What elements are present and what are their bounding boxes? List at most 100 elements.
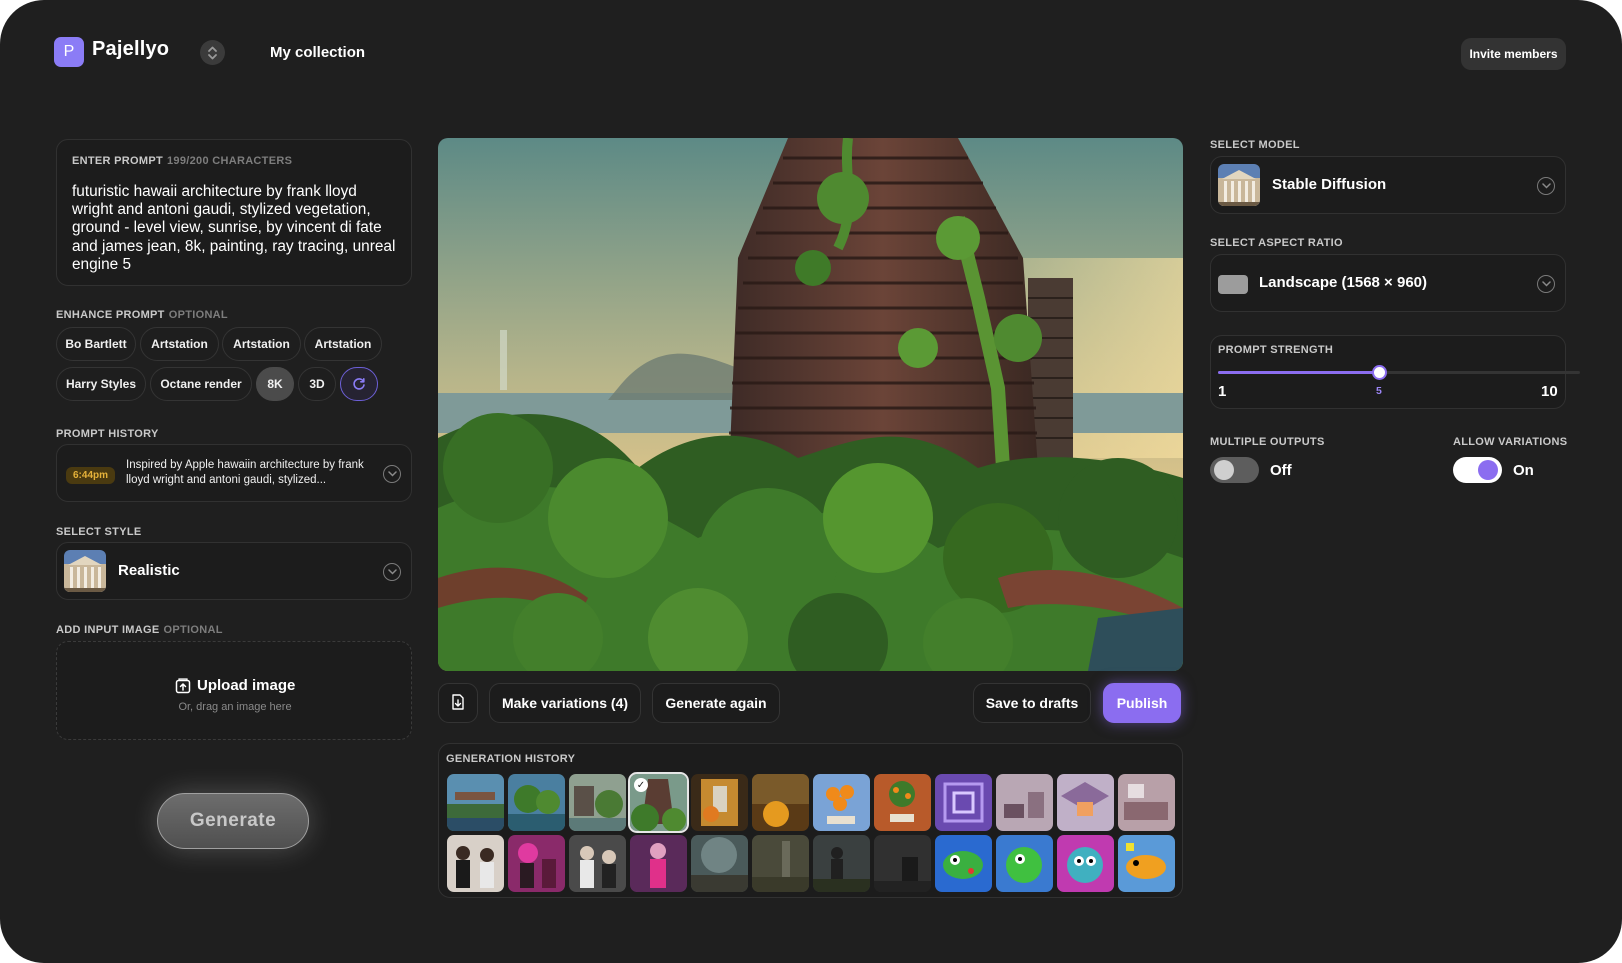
slider-handle[interactable] <box>1372 365 1387 380</box>
generate-again-button[interactable]: Generate again <box>652 683 780 723</box>
history-time-badge: 6:44pm <box>66 467 116 484</box>
model-value: Stable Diffusion <box>1272 176 1387 193</box>
prompt-label: Enter prompt 199/200 characters <box>72 155 292 167</box>
my-collection-link[interactable]: My collection <box>270 44 365 61</box>
allow-variations-state: On <box>1513 462 1534 479</box>
history-thumbnail[interactable] <box>874 835 931 892</box>
input-image-label: Add input image optional <box>56 624 223 636</box>
style-thumbnail <box>64 550 106 592</box>
history-thumbnail[interactable] <box>569 774 626 831</box>
enhance-chip[interactable]: Artstation <box>222 327 301 361</box>
input-image-optional: optional <box>163 624 223 636</box>
enhance-chip[interactable]: Artstation <box>140 327 219 361</box>
multiple-outputs-state: Off <box>1270 462 1292 479</box>
generate-button[interactable]: Generate <box>157 793 309 849</box>
history-thumbnail[interactable] <box>691 774 748 831</box>
workspace-switcher-icon[interactable] <box>200 40 225 65</box>
enhance-chip[interactable]: Octane render <box>150 367 252 401</box>
enhance-chip[interactable]: 3D <box>298 367 336 401</box>
file-download-icon <box>452 693 464 710</box>
history-thumbnail[interactable] <box>447 774 504 831</box>
prompt-history-dropdown[interactable]: 6:44pm Inspired by Apple hawaiin archite… <box>56 444 412 502</box>
refresh-icon <box>353 378 365 390</box>
upload-label: Upload image <box>197 677 296 694</box>
aspect-ratio-value: Landscape (1568 × 960) <box>1259 274 1428 291</box>
enhance-prompt-label: Enhance prompt optional <box>56 309 228 321</box>
slider-value: 5 <box>1376 385 1382 397</box>
generation-history-label: Generation history <box>446 753 576 765</box>
refresh-suggestions-button[interactable] <box>340 367 378 401</box>
prompt-label-text: Enter prompt <box>72 155 163 167</box>
history-thumbnail[interactable] <box>1118 774 1175 831</box>
enhance-chip[interactable]: Artstation <box>304 327 382 361</box>
enhance-chip[interactable]: Harry Styles <box>56 367 146 401</box>
multiple-outputs-toggle[interactable] <box>1210 457 1259 483</box>
prompt-card[interactable]: Enter prompt 199/200 characters futuristi… <box>56 139 412 286</box>
enhance-chip[interactable]: Bo Bartlett <box>56 327 136 361</box>
publish-button[interactable]: Publish <box>1103 683 1181 723</box>
history-thumbnail[interactable] <box>813 774 870 831</box>
history-thumbnail[interactable] <box>874 774 931 831</box>
upload-dropzone[interactable]: Upload image Or, drag an image here <box>56 641 412 740</box>
select-style-label: Select style <box>56 526 142 538</box>
history-thumbnail[interactable] <box>1118 835 1175 892</box>
chevron-down-icon[interactable] <box>383 465 401 483</box>
history-thumbnail-selected[interactable]: ✓ <box>628 772 689 833</box>
selected-check-icon: ✓ <box>634 778 648 792</box>
aspect-ratio-select[interactable]: Landscape (1568 × 960) <box>1210 254 1566 312</box>
history-thumbnail[interactable] <box>813 835 870 892</box>
history-thumbnail[interactable] <box>630 835 687 892</box>
history-prompt-text: Inspired by Apple hawaiin architecture b… <box>126 459 364 486</box>
prompt-history-label: Prompt history <box>56 428 159 440</box>
enhance-optional: optional <box>168 309 228 321</box>
style-select[interactable]: Realistic <box>56 542 412 600</box>
history-thumbnail[interactable] <box>996 774 1053 831</box>
input-image-label-text: Add input image <box>56 624 160 636</box>
history-thumbnail[interactable] <box>1057 774 1114 831</box>
invite-members-button[interactable]: Invite members <box>1461 38 1566 70</box>
app-logo[interactable]: P <box>54 37 84 67</box>
logo-letter: P <box>63 43 75 60</box>
multiple-outputs-label: Multiple outputs <box>1210 436 1325 448</box>
upload-hint: Or, drag an image here <box>178 701 292 713</box>
select-aspect-ratio-label: Select aspect ratio <box>1210 237 1343 249</box>
toggle-knob <box>1478 460 1498 480</box>
generation-history-panel: Generation history ✓ <box>438 743 1183 898</box>
chevron-down-icon[interactable] <box>383 563 401 581</box>
history-thumbnail[interactable] <box>935 835 992 892</box>
prompt-textarea[interactable]: futuristic hawaii architecture by frank … <box>72 183 402 274</box>
generated-image <box>438 138 1183 671</box>
toggle-knob <box>1214 460 1234 480</box>
chevron-down-icon[interactable] <box>1537 177 1555 195</box>
allow-variations-toggle[interactable] <box>1453 457 1502 483</box>
history-thumbnail[interactable] <box>691 835 748 892</box>
chevron-down-icon[interactable] <box>1537 275 1555 293</box>
export-button[interactable] <box>438 683 478 723</box>
prompt-strength-card: Prompt strength 1 5 10 <box>1210 335 1580 409</box>
history-thumbnail[interactable] <box>1057 835 1114 892</box>
history-thumbnail[interactable] <box>508 774 565 831</box>
save-to-drafts-button[interactable]: Save to drafts <box>973 683 1091 723</box>
model-select[interactable]: Stable Diffusion <box>1210 156 1566 214</box>
make-variations-button[interactable]: Make variations (4) <box>489 683 641 723</box>
select-model-label: Select model <box>1210 139 1300 151</box>
workspace-name[interactable]: Pajellyo <box>92 38 169 61</box>
history-thumbnail[interactable] <box>508 835 565 892</box>
upload-image-button[interactable]: Upload image <box>175 677 295 694</box>
prompt-strength-slider[interactable] <box>1218 365 1580 380</box>
enhance-chip-active[interactable]: 8K <box>256 367 294 401</box>
style-value: Realistic <box>118 562 180 579</box>
upload-icon <box>175 677 191 693</box>
enhance-label-text: Enhance prompt <box>56 309 165 321</box>
history-thumbnail[interactable] <box>447 835 504 892</box>
app-window: P Pajellyo My collection Invite members … <box>0 0 1622 963</box>
history-thumbnail[interactable] <box>752 835 809 892</box>
model-thumbnail <box>1218 164 1260 206</box>
prompt-char-counter: 199/200 characters <box>167 155 293 167</box>
history-thumbnail[interactable] <box>569 835 626 892</box>
slider-min: 1 <box>1218 383 1227 400</box>
history-thumbnail[interactable] <box>935 774 992 831</box>
history-thumbnail[interactable] <box>996 835 1053 892</box>
history-thumbnail[interactable] <box>752 774 809 831</box>
slider-fill <box>1218 371 1379 374</box>
